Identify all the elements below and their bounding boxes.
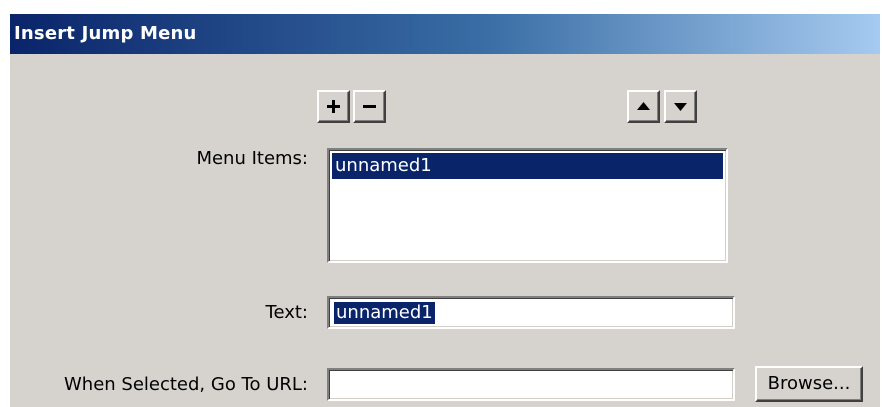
url-label: When Selected, Go To URL: (63, 374, 308, 395)
plus-icon (326, 99, 341, 114)
remove-item-button[interactable] (353, 90, 386, 123)
arrow-up-icon (636, 101, 651, 112)
browse-button[interactable]: Browse... (755, 366, 863, 402)
insert-jump-menu-dialog: Insert Jump Menu Menu Items: unnamed1 Te… (10, 14, 880, 407)
move-up-button[interactable] (627, 90, 660, 123)
list-item[interactable]: unnamed1 (332, 153, 723, 179)
add-item-button[interactable] (317, 90, 350, 123)
text-field[interactable]: unnamed1 (327, 296, 735, 329)
title-bar[interactable]: Insert Jump Menu (10, 14, 880, 54)
text-label: Text: (265, 302, 308, 323)
move-down-button[interactable] (664, 90, 697, 123)
text-field-value: unnamed1 (334, 302, 435, 324)
dialog-title: Insert Jump Menu (14, 23, 197, 44)
minus-icon (362, 99, 377, 114)
url-field[interactable] (327, 368, 735, 401)
arrow-down-icon (673, 101, 688, 112)
menu-items-label: Menu Items: (196, 148, 308, 169)
menu-items-list[interactable]: unnamed1 (327, 148, 728, 263)
